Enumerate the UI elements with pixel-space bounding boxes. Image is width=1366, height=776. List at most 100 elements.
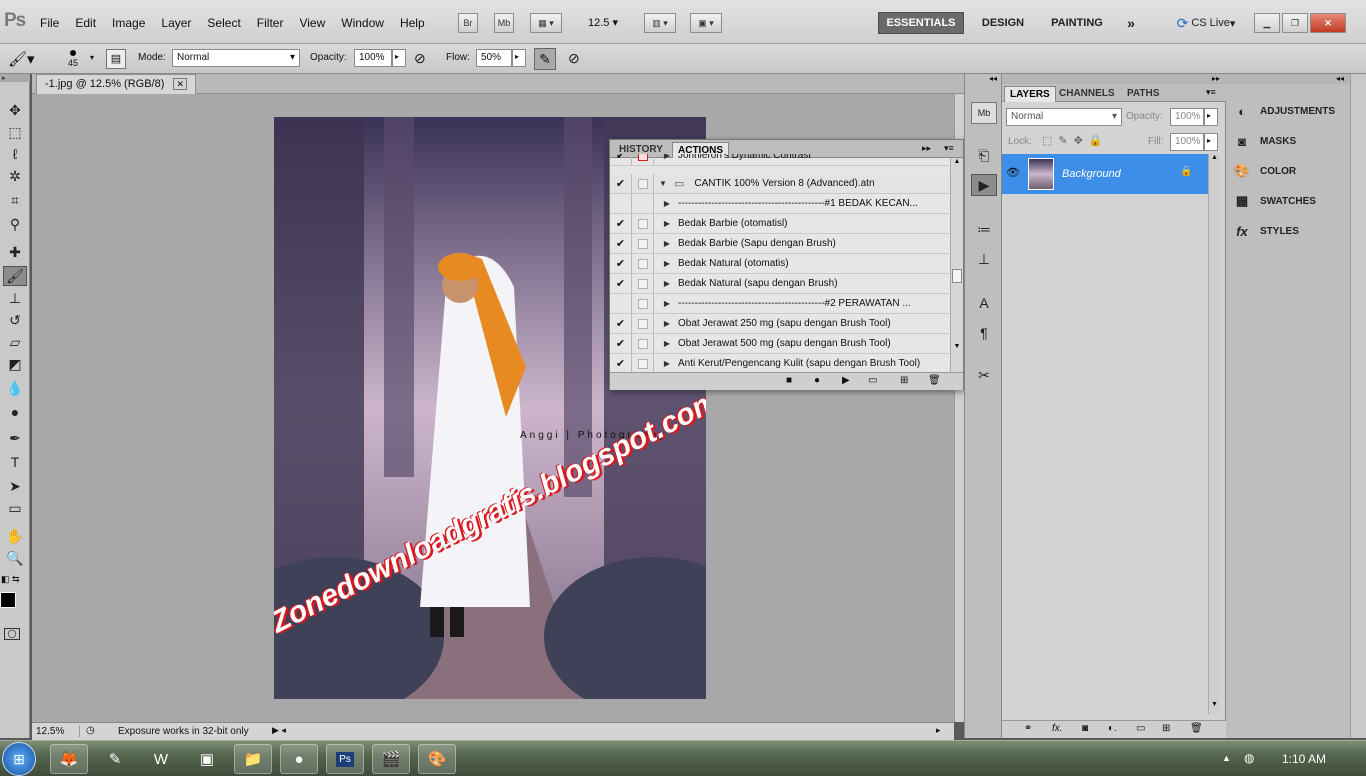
character-panel-icon[interactable]: A [971,292,997,314]
brush-tool-icon[interactable]: 🖌 [3,266,27,286]
action-row[interactable]: ▶ ---------------------------------------… [610,194,949,214]
add-mask-icon[interactable]: ◙ [1082,723,1088,734]
action-row[interactable]: ✔ ▶ Obat Jerawat 500 mg (sapu dengan Brush… [610,334,949,354]
path-selection-tool-icon[interactable]: ➤ [3,476,27,496]
action-toggle-checkbox[interactable] [610,294,632,313]
expand-right-icon[interactable]: ▶ [660,339,674,348]
layer-name[interactable]: Background [1062,168,1121,180]
workspace-design[interactable]: DESIGN [976,12,1030,34]
clone-source-icon[interactable]: ⊥ [971,248,997,270]
lock-transparency-icon[interactable]: ⬚ [1042,135,1058,147]
action-toggle-checkbox[interactable]: ✔ [610,234,632,253]
status-zoom[interactable]: 12.5% [36,726,80,737]
layer-opacity-input[interactable]: 100% [1170,108,1204,126]
view-extras-button[interactable]: ▦ ▾ [530,13,562,33]
menu-layer[interactable]: Layer [153,16,199,30]
lasso-tool-icon[interactable]: ℓ [3,144,27,164]
tool-presets-icon[interactable]: ✂ [971,364,997,386]
trash-icon[interactable]: 🗑 [1190,723,1203,734]
tablet-pressure-opacity-button[interactable]: ⊘ [414,50,426,67]
dialog-toggle-icon[interactable] [632,214,654,233]
expand-right-icon[interactable]: ▶ [660,279,674,288]
scroll-down-icon[interactable]: ▼ [1209,701,1220,708]
menu-image[interactable]: Image [104,16,153,30]
flow-input[interactable]: 50% [476,49,512,67]
action-toggle-checkbox[interactable]: ✔ [610,254,632,273]
opacity-slider-button[interactable]: ▸ [392,49,406,67]
stop-icon[interactable]: ■ [786,375,792,386]
action-row[interactable]: ✔ ▶ Bedak Natural (sapu dengan Brush) [610,274,949,294]
action-row[interactable]: ✔ ▶ Bedak Natural (otomatis) [610,254,949,274]
airbrush-button[interactable]: ✎ [534,48,556,70]
expand-right-icon[interactable]: ▶ [660,359,674,368]
pen-tool-icon[interactable]: ✒ [3,428,27,448]
menu-help[interactable]: Help [392,16,433,30]
bridge-button[interactable]: Br [458,13,478,33]
workspace-essentials[interactable]: ESSENTIALS [878,12,964,34]
dialog-toggle-icon[interactable] [632,294,654,313]
expand-right-icon[interactable]: ▶ [660,199,674,208]
mini-bridge-button[interactable]: Mb [494,13,514,33]
layer-style-icon[interactable]: fx. [1052,723,1063,734]
dialog-toggle-icon[interactable] [632,174,654,193]
dialog-toggle-icon[interactable] [632,194,654,213]
layer-opacity-slider-button[interactable]: ▸ [1204,108,1218,126]
actions-scrollbar[interactable]: ▲ ▼ [950,158,963,372]
actions-panel-icon[interactable]: ▶ [971,174,997,196]
new-set-icon[interactable]: ▭ [868,375,877,386]
healing-brush-tool-icon[interactable]: ✚ [3,242,27,262]
scroll-up-icon[interactable]: ▲ [951,158,963,165]
workspace-painting[interactable]: PAINTING [1044,12,1110,34]
lock-icons[interactable]: ⬚✎✥🔒 [1042,134,1109,147]
crop-tool-icon[interactable]: ⌗ [3,190,27,210]
hand-tool-icon[interactable]: ✋ [3,526,27,546]
chevron-down-icon[interactable]: ▾ [90,53,94,62]
taskbar-explorer[interactable]: 📁 [234,744,272,774]
show-hidden-icons-icon[interactable]: ▲ [1222,753,1231,763]
action-toggle-checkbox[interactable]: ✔ [610,274,632,293]
lock-pixels-icon[interactable]: ✎ [1058,135,1073,147]
screen-mode-button[interactable]: ▣ ▾ [690,13,722,33]
adjustments-panel-button[interactable]: ◐ ADJUSTMENTS [1234,98,1335,124]
tab-layers[interactable]: LAYERS [1004,86,1056,102]
lock-position-icon[interactable]: ✥ [1074,135,1089,147]
taskbar-firefox[interactable]: 🦊 [50,744,88,774]
move-tool-icon[interactable]: ✥ [3,100,27,120]
mode-select[interactable]: Normal ▾ [172,49,300,67]
new-group-icon[interactable]: ▭ [1136,723,1145,734]
play-icon[interactable]: ▶ [842,375,850,386]
document-tab[interactable]: -1.jpg @ 12.5% (RGB/8) ✕ [36,74,196,94]
action-toggle-checkbox[interactable] [610,194,632,213]
taskbar-paint-app[interactable]: 🎨 [418,744,456,774]
fill-input[interactable]: 100% [1170,133,1204,151]
restore-button[interactable]: ❐ [1282,13,1308,33]
network-icon[interactable]: ◍ [1244,751,1254,765]
link-layers-icon[interactable]: ⚭ [1024,723,1032,734]
type-tool-icon[interactable]: T [3,452,27,472]
dodge-tool-icon[interactable]: ● [3,402,27,422]
taskbar-video-app[interactable]: 🎬 [372,744,410,774]
brush-panel-button[interactable]: ▤ [106,49,126,69]
layer-row-background[interactable]: 👁 Background 🔒 [1002,154,1208,194]
eye-icon[interactable]: 👁 [1006,166,1020,179]
taskbar-media-app[interactable]: ▣ [188,744,226,774]
new-layer-icon[interactable]: ⊞ [1162,723,1170,734]
brush-tool-preset-button[interactable]: 🖌▾ [8,50,35,68]
marquee-tool-icon[interactable]: ⬚ [3,122,27,142]
blur-tool-icon[interactable]: 💧 [3,378,27,398]
menu-file[interactable]: File [32,16,67,30]
collapse-icon[interactable]: ▸▸ [1002,74,1226,84]
start-button[interactable]: ⊞ [2,742,36,776]
menu-edit[interactable]: Edit [67,16,104,30]
actions-scroll-thumb[interactable] [952,269,962,283]
status-menu-arrow-icon[interactable]: ▶ ◂ [272,725,286,736]
panel-menu-icon[interactable]: ▾≡ [1206,87,1216,98]
blend-mode-select[interactable]: Normal ▾ [1006,108,1122,126]
taskbar-word[interactable]: W [142,744,180,774]
mini-bridge-icon[interactable]: Mb [971,102,997,124]
scroll-right-icon[interactable]: ▸ [936,725,941,736]
paint-bucket-tool-icon[interactable]: ◩ [3,354,27,374]
zoom-dropdown[interactable]: 12.5 ▾ [588,16,618,29]
expand-right-icon[interactable]: ▶ [660,259,674,268]
action-row[interactable]: ✔ ▶ Obat Jerawat 250 mg (sapu dengan Brush… [610,314,949,334]
